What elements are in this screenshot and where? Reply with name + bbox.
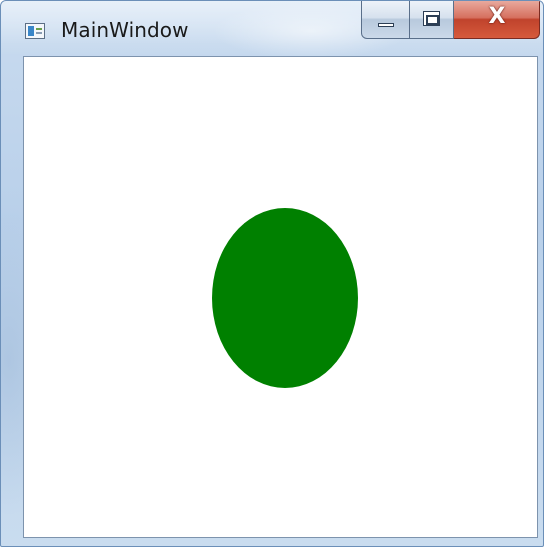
app-icon-line	[36, 32, 42, 34]
app-icon-pane	[28, 26, 34, 36]
title-bar[interactable]: MainWindow X	[1, 1, 543, 55]
app-icon-line	[36, 28, 42, 30]
close-button[interactable]: X	[454, 1, 540, 39]
window-app-icon[interactable]	[25, 23, 45, 39]
maximize-icon	[423, 11, 440, 26]
drawing-canvas	[212, 208, 358, 388]
client-area	[23, 56, 538, 538]
minimize-icon	[378, 23, 394, 27]
window-title: MainWindow	[61, 18, 189, 42]
maximize-button[interactable]	[410, 1, 454, 39]
window-controls: X	[361, 1, 540, 39]
green-ellipse	[212, 208, 358, 388]
minimize-button[interactable]	[361, 1, 410, 39]
main-window: MainWindow X	[0, 0, 544, 547]
close-icon: X	[488, 4, 506, 29]
